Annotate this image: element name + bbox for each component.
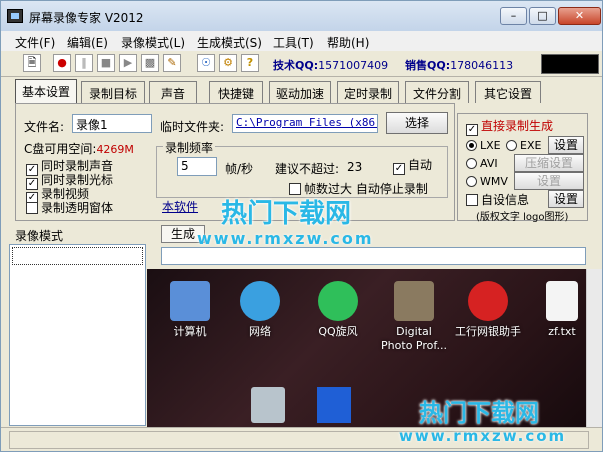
app-window: 屏幕录像专家 V2012 – □ ✕ 文件(F) 编辑(E) 录像模式(L) 生… <box>0 0 603 452</box>
title-bar: 屏幕录像专家 V2012 – □ ✕ <box>1 1 602 31</box>
pause-icon[interactable]: ‖ <box>75 54 93 72</box>
menu-record-mode[interactable]: 录像模式(L) <box>121 34 185 51</box>
desktop-icon-dpp[interactable]: Digital Photo Prof... <box>379 281 449 353</box>
txt-file-icon <box>546 281 578 321</box>
tools-icon[interactable]: ⚙ <box>219 54 237 72</box>
tab-basic[interactable]: 基本设置 <box>15 79 77 103</box>
radio-icon <box>466 140 477 151</box>
frequency-group-title: 录制频率 <box>163 139 216 156</box>
disk-space: C盘可用空间:4269M <box>24 142 134 156</box>
record-mode-label: 录像模式 <box>15 229 64 243</box>
toolbar: 🗎 ● ‖ ■ ▶ ▩ ✎ ☉ ⚙ ? 技术QQ:1571007409 销售QQ… <box>1 51 602 77</box>
maximize-button[interactable]: □ <box>529 7 556 25</box>
desktop-icon-network[interactable]: 网络 <box>225 281 295 339</box>
filename-input[interactable]: 录像1 <box>72 114 152 133</box>
qqxuanfeng-icon <box>318 281 358 321</box>
output-panel: ✓ 直接录制生成 LXE EXE 设置 AVI 压缩设置 WMV 设置 自设信息 … <box>457 113 588 223</box>
sales-qq: 销售QQ:178046113 <box>405 59 514 72</box>
checkbox-icon <box>26 202 38 214</box>
radio-icon <box>506 140 517 151</box>
stop-icon[interactable]: ■ <box>97 54 115 72</box>
checkbox-icon <box>466 194 478 206</box>
format-settings-button[interactable]: 设置 <box>548 136 584 154</box>
record-transparent-checkbox[interactable]: 录制透明窗体 <box>26 202 113 215</box>
format-lxe-radio[interactable]: LXE <box>466 140 501 152</box>
app-icon <box>7 9 23 23</box>
watermark-url: www.rmxzw.com <box>197 229 374 248</box>
minimize-button[interactable]: – <box>500 7 527 25</box>
tab-other[interactable]: 其它设置 <box>475 81 541 103</box>
watermark-text: 热门下载网 <box>419 399 539 427</box>
watermark-url: www.rmxzw.com <box>399 427 567 445</box>
radio-icon <box>466 176 477 187</box>
radio-icon <box>466 158 477 169</box>
new-file-icon[interactable]: 🗎 <box>23 54 41 72</box>
wmv-settings-button[interactable]: 设置 <box>514 172 584 190</box>
tab-hotkey[interactable]: 快捷键 <box>209 81 263 103</box>
tempdir-input[interactable]: C:\Program Files (x86)\ <box>232 114 378 133</box>
play-icon[interactable]: ▶ <box>119 54 137 72</box>
select-folder-button[interactable]: 选择 <box>386 112 448 134</box>
checkbox-icon: ✓ <box>466 124 478 136</box>
disk-space-value: 4269M <box>96 143 134 156</box>
progress-field <box>161 247 586 265</box>
camera-icon[interactable]: ▩ <box>141 54 159 72</box>
desktop-icon-qqxuanfeng[interactable]: QQ旋风 <box>303 281 373 339</box>
frequency-group: 录制频率 5 帧/秒 建议不超过: 23 ✓ 自动 帧数过大 自动停止录制 <box>156 139 448 198</box>
custom-info-settings-button[interactable]: 设置 <box>548 190 584 208</box>
format-avi-radio[interactable]: AVI <box>466 158 498 170</box>
network-icon <box>240 281 280 321</box>
close-button[interactable]: ✕ <box>558 7 601 25</box>
desktop-icon-icbc[interactable]: 工行网银助手 <box>453 281 523 339</box>
icbc-icon <box>468 281 508 321</box>
tech-qq: 技术QQ:1571007409 <box>273 59 389 72</box>
auto-checkbox[interactable]: ✓ 自动 <box>393 159 432 175</box>
fps-unit: 帧/秒 <box>225 162 254 176</box>
desktop-icon-computer[interactable]: 计算机 <box>155 281 225 339</box>
checkbox-icon: ✓ <box>393 163 405 175</box>
format-exe-radio[interactable]: EXE <box>506 140 541 152</box>
copyright-note: (版权文字 logo图形) <box>476 212 569 223</box>
recycle-bin-icon <box>251 387 285 423</box>
app-shortcut-icon <box>317 387 351 423</box>
menu-tools[interactable]: 工具(T) <box>273 34 314 51</box>
tab-sound[interactable]: 声音 <box>149 81 197 103</box>
menu-file[interactable]: 文件(F) <box>15 34 55 51</box>
tab-schedule[interactable]: 定时录制 <box>337 81 399 103</box>
compress-settings-button[interactable]: 压缩设置 <box>514 154 584 172</box>
help-icon[interactable]: ? <box>241 54 259 72</box>
software-link[interactable]: 本软件 <box>162 198 198 215</box>
menu-edit[interactable]: 编辑(E) <box>67 34 108 51</box>
custom-info-checkbox[interactable]: 自设信息 <box>466 194 529 207</box>
tab-split[interactable]: 文件分割 <box>405 81 469 103</box>
record-icon[interactable]: ● <box>53 54 71 72</box>
tab-target[interactable]: 录制目标 <box>81 81 145 103</box>
suggest-value: 23 <box>347 160 363 174</box>
tempdir-label: 临时文件夹: <box>160 120 225 134</box>
menu-help[interactable]: 帮助(H) <box>327 34 369 51</box>
window-title: 屏幕录像专家 V2012 <box>29 11 144 25</box>
filename-label: 文件名: <box>24 120 65 134</box>
tab-driver[interactable]: 驱动加速 <box>269 81 331 103</box>
preview-box <box>541 54 599 74</box>
dpp-icon <box>394 281 434 321</box>
menu-generate-mode[interactable]: 生成模式(S) <box>197 34 262 51</box>
globe-icon[interactable]: ☉ <box>197 54 215 72</box>
preview-scrollbar[interactable] <box>586 269 602 427</box>
format-wmv-radio[interactable]: WMV <box>466 176 508 188</box>
brush-icon[interactable]: ✎ <box>163 54 181 72</box>
direct-record-checkbox[interactable]: ✓ 直接录制生成 <box>466 120 553 136</box>
computer-icon <box>170 281 210 321</box>
fps-input[interactable]: 5 <box>177 157 217 176</box>
menu-bar: 文件(F) 编辑(E) 录像模式(L) 生成模式(S) 工具(T) 帮助(H) <box>1 31 602 51</box>
suggest-label: 建议不超过: <box>275 162 340 176</box>
watermark-text: 热门下载网 <box>221 199 352 229</box>
record-mode-list[interactable] <box>9 244 146 426</box>
list-item[interactable] <box>12 247 143 265</box>
